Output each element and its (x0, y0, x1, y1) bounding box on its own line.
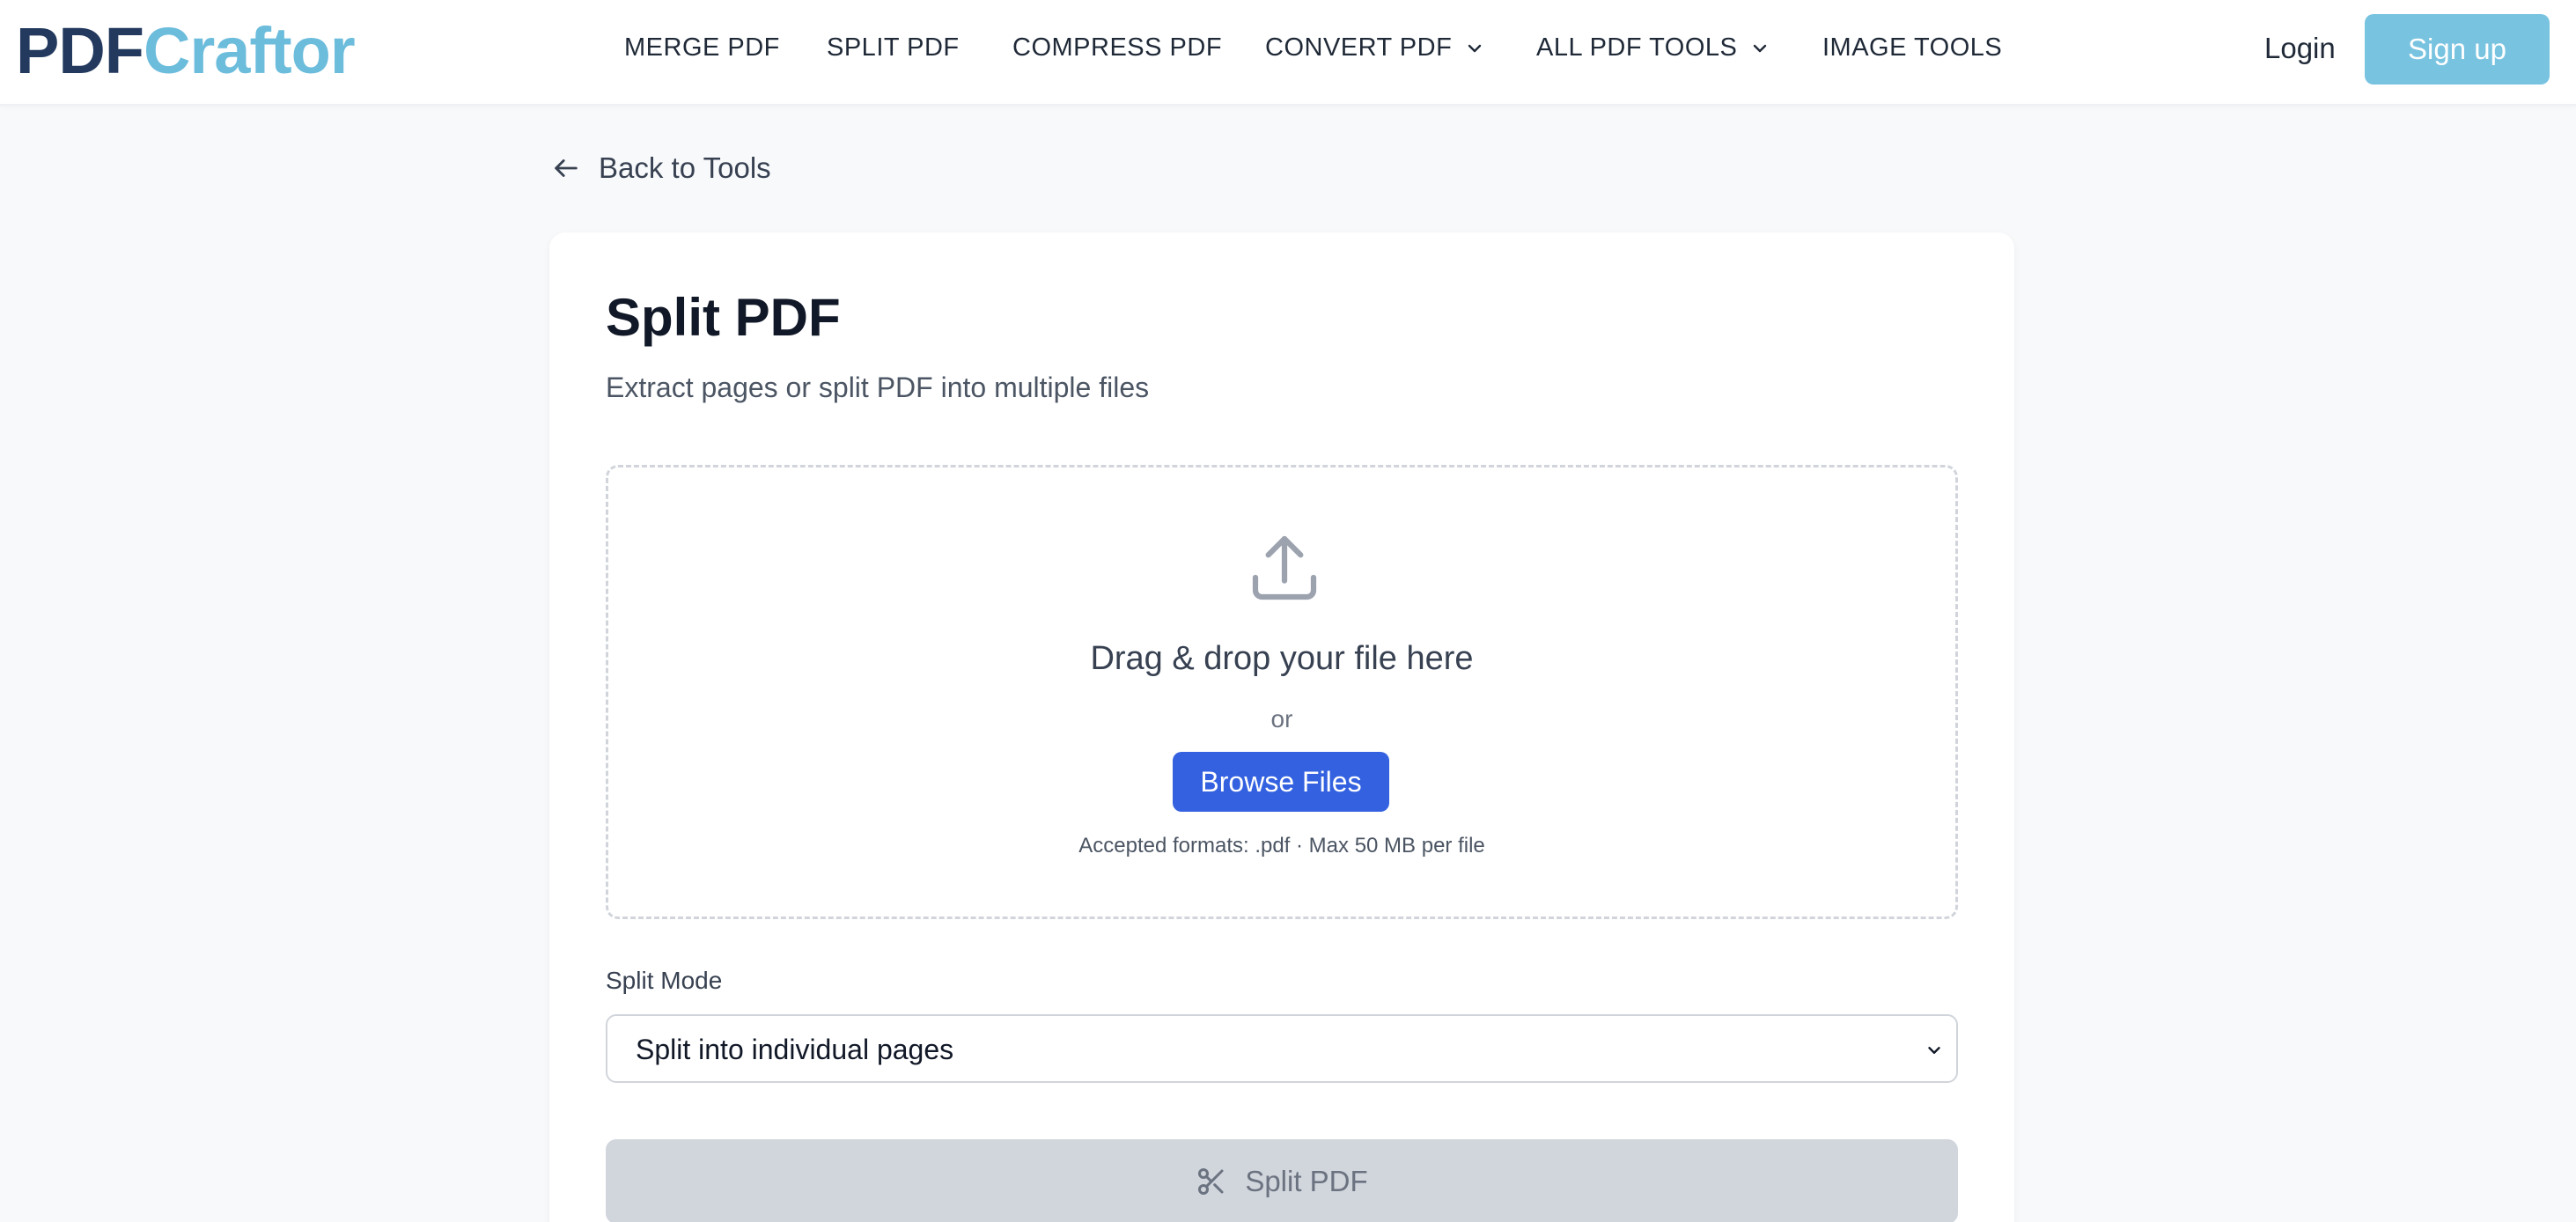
login-link[interactable]: Login (2264, 32, 2336, 65)
nav-compress-pdf[interactable]: COMPRESS PDF (1012, 33, 1222, 63)
accepted-formats-text: Accepted formats: .pdf · Max 50 MB per f… (1078, 834, 1485, 858)
back-to-tools-link[interactable]: Back to Tools (551, 151, 771, 185)
nav-compress-pdf-label: COMPRESS PDF (1012, 33, 1223, 62)
split-mode-select[interactable]: Split into individual pages (606, 1014, 1958, 1083)
split-mode-selected-value: Split into individual pages (636, 1034, 954, 1065)
tool-card: Split PDF Extract pages or split PDF int… (549, 232, 2014, 1222)
nav-all-pdf-tools-label: ALL PDF TOOLS (1536, 33, 1738, 62)
arrow-left-icon (555, 159, 578, 177)
nav-image-tools[interactable]: IMAGE TOOLS (1822, 33, 2002, 63)
nav-image-tools-label: IMAGE TOOLS (1822, 33, 2003, 62)
nav-convert-pdf-label: CONVERT PDF (1265, 33, 1453, 62)
dropzone-title: Drag & drop your file here (1090, 640, 1474, 677)
top-navbar: PDFCraftor MERGE PDF SPLIT PDF COMPRESS … (0, 0, 2576, 106)
browse-files-button[interactable]: Browse Files (1173, 752, 1389, 812)
back-to-tools-label: Back to Tools (599, 151, 771, 184)
chevron-down-icon (1468, 44, 1482, 52)
split-pdf-button[interactable]: Split PDF (606, 1139, 1958, 1222)
file-dropzone[interactable]: Drag & drop your file here or Browse Fil… (606, 465, 1958, 919)
chevron-down-icon (1754, 44, 1767, 52)
scissors-icon (1198, 1168, 1224, 1195)
split-mode-label: Split Mode (606, 967, 723, 994)
upload-icon (1252, 535, 1317, 600)
nav-all-pdf-tools[interactable]: ALL PDF TOOLS (1536, 33, 1770, 63)
chevron-down-icon (1928, 1047, 1940, 1054)
split-pdf-button-label: Split PDF (1245, 1165, 1368, 1197)
dropzone-or: or (1270, 705, 1293, 732)
signup-button[interactable]: Sign up (2365, 14, 2550, 85)
nav-split-pdf-label: SPLIT PDF (827, 33, 960, 62)
nav-split-pdf[interactable]: SPLIT PDF (827, 33, 960, 63)
nav-merge-pdf[interactable]: MERGE PDF (624, 33, 780, 63)
nav-convert-pdf[interactable]: CONVERT PDF (1265, 33, 1485, 63)
main-nav: MERGE PDF SPLIT PDF COMPRESS PDF CONVERT… (0, 0, 2576, 99)
page-subtitle: Extract pages or split PDF into multiple… (606, 372, 1150, 403)
page-title: Split PDF (606, 288, 841, 347)
nav-merge-pdf-label: MERGE PDF (624, 33, 780, 62)
